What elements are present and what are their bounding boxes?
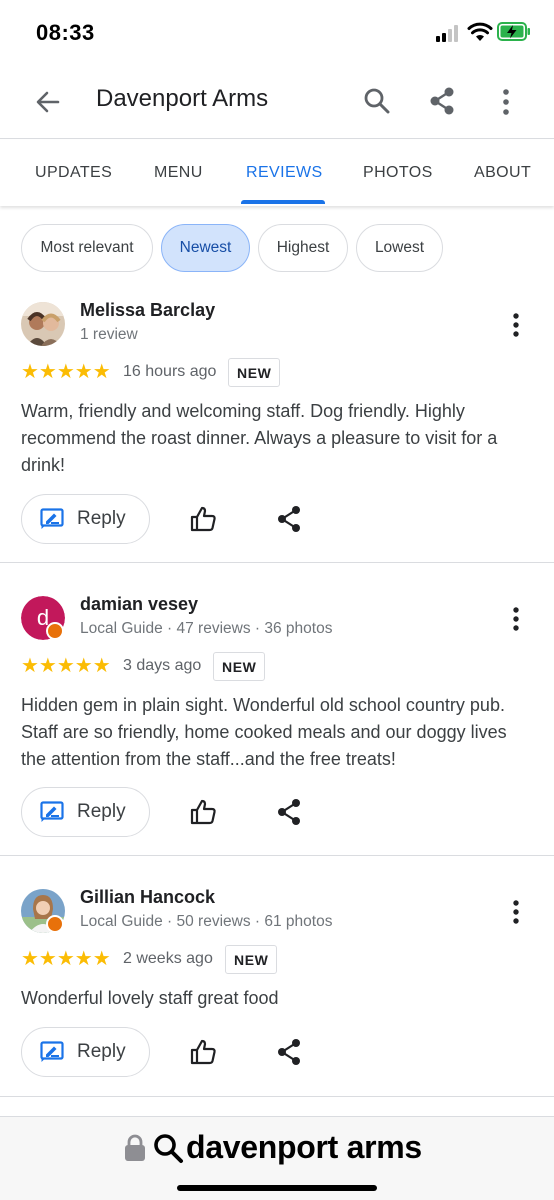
reply-label: Reply	[77, 1041, 126, 1062]
new-badge: NEW	[228, 358, 281, 387]
reviewer-name[interactable]: Melissa Barclay	[80, 300, 215, 321]
cellular-signal-icon	[436, 24, 462, 42]
review-text: Wonderful lovely staff great food	[21, 988, 279, 1008]
status-bar: 08:33	[0, 0, 554, 66]
tab-menu[interactable]: MENU	[154, 164, 203, 182]
url-text[interactable]: davenport arms	[186, 1129, 422, 1166]
local-guide-badge-icon	[46, 915, 64, 933]
back-arrow-icon[interactable]	[34, 88, 62, 116]
reply-button[interactable]: Reply	[21, 494, 150, 544]
filter-chip-highest[interactable]: Highest	[258, 224, 348, 272]
page-title: Davenport Arms	[96, 85, 269, 112]
browser-url-bar[interactable]: davenport arms	[0, 1116, 554, 1200]
review-text: Warm, friendly and welcoming staff. Dog …	[21, 401, 498, 475]
more-vert-icon[interactable]	[508, 899, 524, 925]
share-icon[interactable]	[276, 505, 302, 533]
star-rating: ★★★★★	[21, 655, 111, 677]
lock-icon	[125, 1134, 145, 1161]
reviewer-name[interactable]: Gillian Hancock	[80, 887, 215, 908]
review-time: 16 hours ago	[123, 363, 217, 380]
battery-charging-icon	[497, 22, 530, 41]
thumbs-up-icon[interactable]	[189, 505, 217, 533]
share-icon[interactable]	[276, 1038, 302, 1066]
avatar[interactable]	[21, 302, 65, 346]
reviewer-meta: Local Guide · 47 reviews · 36 photos	[80, 620, 333, 637]
thumbs-up-icon[interactable]	[189, 798, 217, 826]
review-divider	[0, 1096, 554, 1097]
reply-button[interactable]: Reply	[21, 787, 150, 837]
share-icon[interactable]	[276, 798, 302, 826]
tab-photos[interactable]: PHOTOS	[363, 164, 433, 182]
filter-chip-newest[interactable]: Newest	[161, 224, 250, 272]
reply-label: Reply	[77, 801, 126, 822]
filter-chip-most-relevant[interactable]: Most relevant	[21, 224, 153, 272]
more-vert-icon[interactable]	[508, 312, 524, 338]
tab-bar: UPDATES MENU REVIEWS PHOTOS ABOUT	[0, 140, 554, 206]
more-vert-icon[interactable]	[508, 606, 524, 632]
star-rating: ★★★★★	[21, 361, 111, 383]
reply-button[interactable]: Reply	[21, 1027, 150, 1077]
wifi-icon	[467, 22, 493, 41]
search-icon	[154, 1134, 183, 1163]
share-icon[interactable]	[428, 86, 456, 116]
review-divider	[0, 562, 554, 563]
reply-edit-icon	[40, 1041, 64, 1062]
review-text: Hidden gem in plain sight. Wonderful old…	[21, 695, 507, 769]
home-indicator[interactable]	[177, 1185, 377, 1191]
reviewer-name[interactable]: damian vesey	[80, 594, 198, 615]
thumbs-up-icon[interactable]	[189, 1038, 217, 1066]
tab-about[interactable]: ABOUT	[474, 164, 531, 182]
app-bar: Davenport Arms	[0, 66, 554, 139]
new-badge: NEW	[225, 945, 278, 974]
star-rating: ★★★★★	[21, 948, 111, 970]
filter-chip-lowest[interactable]: Lowest	[356, 224, 443, 272]
reply-edit-icon	[40, 508, 64, 529]
tab-updates[interactable]: UPDATES	[35, 164, 112, 182]
review-time: 2 weeks ago	[123, 950, 213, 967]
more-vert-icon[interactable]	[496, 88, 516, 116]
reply-label: Reply	[77, 508, 126, 529]
active-tab-indicator	[241, 200, 325, 204]
review-time: 3 days ago	[123, 657, 202, 674]
tab-reviews[interactable]: REVIEWS	[246, 164, 323, 182]
review-divider	[0, 855, 554, 856]
reviewer-meta: 1 review	[80, 326, 138, 343]
new-badge: NEW	[213, 652, 266, 681]
search-icon[interactable]	[362, 86, 392, 116]
reviewer-meta: Local Guide · 50 reviews · 61 photos	[80, 913, 333, 930]
status-time: 08:33	[36, 20, 95, 45]
reply-edit-icon	[40, 801, 64, 822]
local-guide-badge-icon	[46, 622, 64, 640]
